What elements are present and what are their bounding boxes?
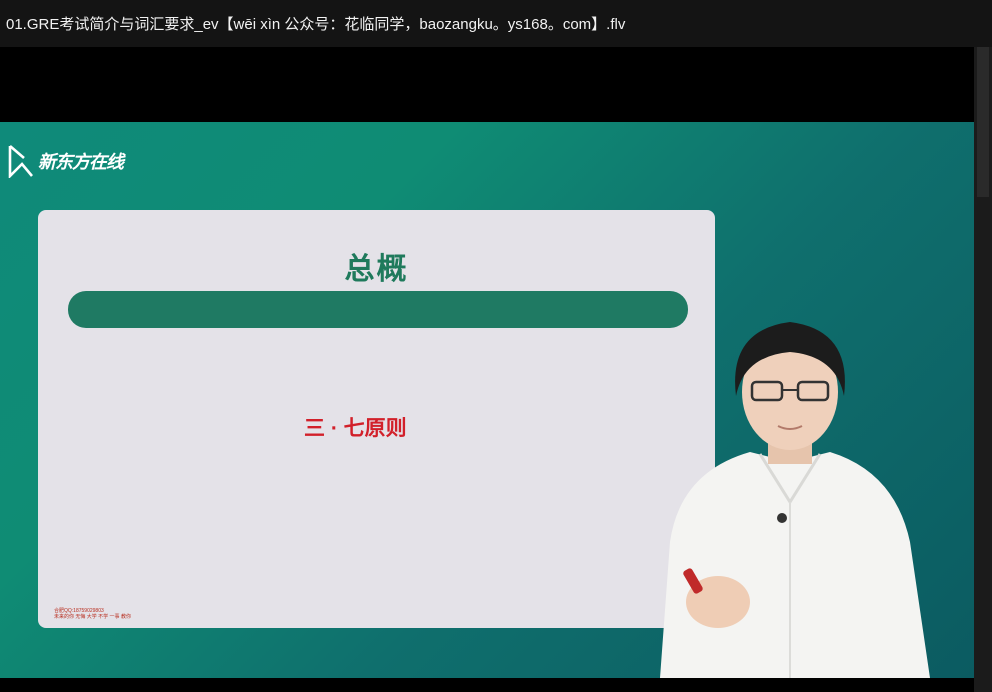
brand-logo: 新东方在线 xyxy=(8,144,124,178)
slide-footer: 合肥QQ:18759029803 未来的你 无悔 大学 不学 一事 教你 xyxy=(54,608,131,620)
scrollbar[interactable] xyxy=(974,47,992,692)
video-frame[interactable]: 新东方在线 总概 三 · 七原则 合肥QQ:18759029803 未来的你 无… xyxy=(0,122,974,678)
slide-header-bar xyxy=(68,291,688,328)
window-title: 01.GRE考试简介与词汇要求_ev【wēi xìn 公众号：花临同学，baoz… xyxy=(6,16,626,33)
scrollbar-thumb[interactable] xyxy=(977,47,989,197)
slide-title: 总概 xyxy=(344,253,409,286)
slide-footer-line2: 未来的你 无悔 大学 不学 一事 教你 xyxy=(54,614,131,620)
presentation-slide: 总概 三 · 七原则 合肥QQ:18759029803 未来的你 无悔 大学 不… xyxy=(38,210,715,628)
logo-text: 新东方在线 xyxy=(38,152,124,172)
presenter-figure xyxy=(660,322,930,678)
slide-subtitle: 三 · 七原则 xyxy=(304,417,407,440)
logo-mark-icon xyxy=(8,145,33,178)
window-title-bar: 01.GRE考试简介与词汇要求_ev【wēi xìn 公众号：花临同学，baoz… xyxy=(0,0,992,47)
